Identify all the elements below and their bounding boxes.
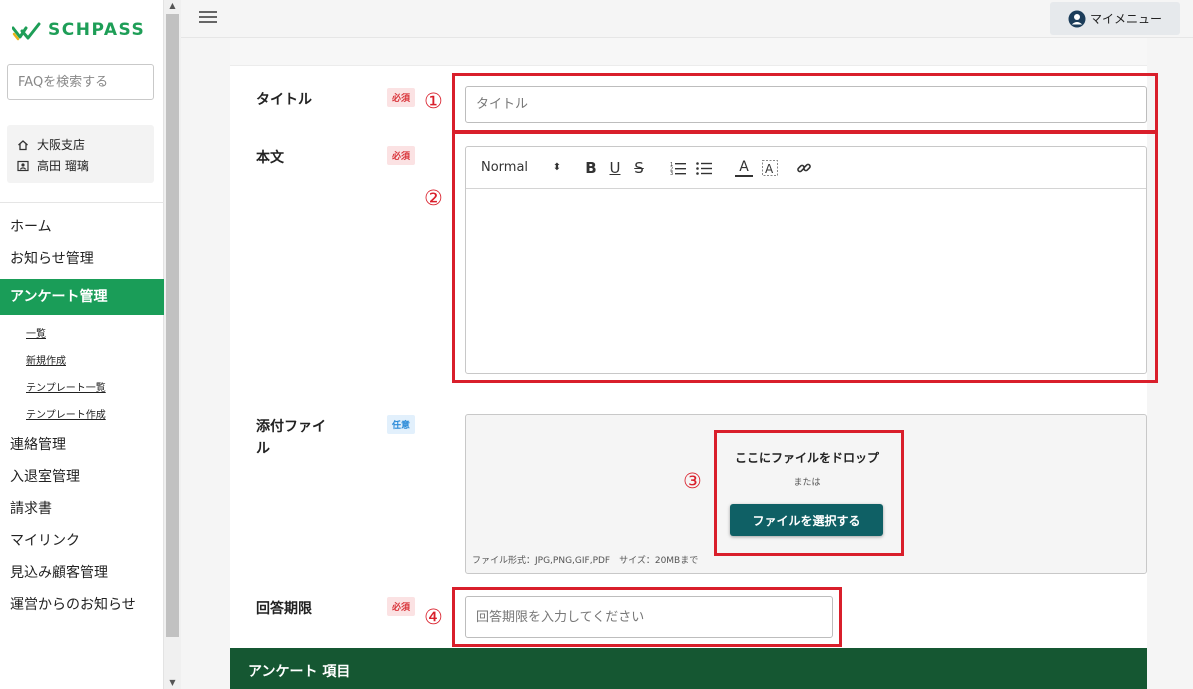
brand-logo[interactable]: SCHPASS	[12, 18, 145, 42]
sidebar-nav: ホーム お知らせ管理 アンケート管理 一覧 新規作成 テンプレート一覧 テンプレ…	[0, 211, 164, 621]
nav-home[interactable]: ホーム	[0, 211, 164, 243]
subnav-list[interactable]: 一覧	[0, 321, 164, 348]
nav-prospect-management[interactable]: 見込み顧客管理	[0, 557, 164, 589]
nav-notice-management[interactable]: お知らせ管理	[0, 243, 164, 275]
hamburger-menu-icon[interactable]	[199, 11, 217, 25]
file-format-note: ファイル形式：JPG,PNG,GIF,PDF サイズ：20MBまで	[472, 556, 699, 566]
branch-name: 大阪支店	[37, 138, 86, 152]
id-card-icon	[17, 160, 29, 171]
subnav-create[interactable]: 新規作成	[0, 348, 164, 375]
attachment-label-line1: 添付ファイ	[256, 419, 326, 435]
body-label: 本文	[256, 150, 284, 166]
nav-contact-management[interactable]: 連絡管理	[0, 429, 164, 461]
annotation-number-1: ①	[424, 89, 443, 113]
sidebar-scrollbar[interactable]: ▲ ▼	[164, 0, 181, 689]
nav-operator-notices[interactable]: 運営からのお知らせ	[0, 589, 164, 621]
sidebar-divider	[0, 202, 164, 203]
attachment-optional-badge: 任意	[387, 415, 416, 434]
annotation-box-2	[452, 131, 1158, 383]
annotation-box-4	[452, 587, 842, 647]
my-menu-label: マイメニュー	[1089, 12, 1162, 26]
scroll-thumb[interactable]	[166, 14, 179, 637]
annotation-box-1	[452, 73, 1158, 133]
brand-name: SCHPASS	[48, 20, 146, 40]
sidebar: SCHPASS 大阪支店 高田 瑠璃 ホーム お知らせ管理 アンケート管理 一覧…	[0, 0, 164, 689]
faq-search-input[interactable]	[7, 64, 154, 100]
top-header: マイメニュー	[181, 0, 1193, 38]
deadline-required-badge: 必須	[387, 597, 416, 616]
scroll-up-arrow-icon[interactable]: ▲	[164, 0, 181, 12]
nav-my-link[interactable]: マイリンク	[0, 525, 164, 557]
card-top-strip	[230, 38, 1147, 66]
logo-mark-icon	[12, 22, 41, 41]
title-label: タイトル	[256, 92, 312, 108]
survey-items-section-header: アンケート 項目	[230, 648, 1147, 689]
nav-invoice[interactable]: 請求書	[0, 493, 164, 525]
deadline-label: 回答期限	[256, 601, 312, 617]
title-required-badge: 必須	[387, 88, 416, 107]
annotation-number-2: ②	[424, 186, 443, 210]
user-circle-icon	[1068, 10, 1086, 27]
annotation-box-3	[714, 430, 904, 556]
attachment-label-line2: ル	[256, 441, 270, 457]
my-menu-button[interactable]: マイメニュー	[1050, 2, 1180, 35]
annotation-number-4: ④	[424, 605, 443, 629]
attachment-label: 添付ファイ ル	[256, 416, 326, 460]
home-icon	[18, 139, 28, 150]
user-name: 高田 瑠璃	[37, 159, 89, 173]
nav-entry-exit-management[interactable]: 入退室管理	[0, 461, 164, 493]
user-info: 大阪支店 高田 瑠璃	[7, 125, 154, 183]
subnav-template-create[interactable]: テンプレート作成	[0, 402, 164, 429]
nav-survey-management[interactable]: アンケート管理	[0, 279, 164, 315]
annotation-number-3: ③	[683, 469, 702, 493]
scroll-down-arrow-icon[interactable]: ▼	[164, 677, 181, 689]
body-required-badge: 必須	[387, 146, 416, 165]
subnav-template-list[interactable]: テンプレート一覧	[0, 375, 164, 402]
